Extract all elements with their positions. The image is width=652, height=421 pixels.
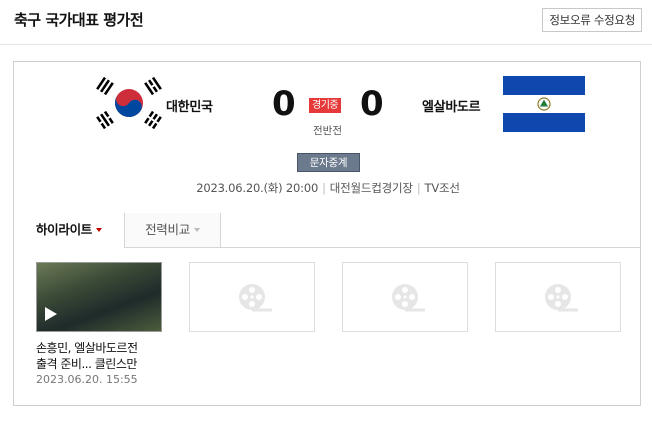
tab-compare-label: 전력비교	[145, 222, 190, 237]
page-title: 축구 국가대표 평가전	[14, 11, 144, 29]
status-badge: 경기중	[309, 98, 342, 113]
video-date: 2023.06.20. 15:55	[36, 373, 138, 386]
page-header: 축구 국가대표 평가전 정보오류 수정요청	[0, 0, 652, 45]
el-salvador-flag-icon	[503, 76, 585, 132]
film-reel-icon	[392, 284, 425, 312]
divider: |	[416, 181, 421, 195]
video-title-line: 출격 준비... 클린스만	[36, 357, 137, 371]
tab-highlight-label: 하이라이트	[35, 222, 92, 237]
match-datetime: 2023.06.20.(화) 20:00	[196, 181, 319, 195]
video-card[interactable]	[495, 262, 621, 332]
match-venue: 대전월드컵경기장	[329, 181, 413, 195]
divider: |	[322, 181, 326, 195]
match-card: 대한민국 0 경기중 전반전 0 엘살바도르 문자중계 2023.06.20.(…	[13, 61, 641, 406]
tab-compare[interactable]: 전력비교	[125, 213, 221, 247]
film-reel-icon	[239, 284, 272, 312]
video-thumbnail-placeholder[interactable]	[189, 262, 315, 332]
tab-bar: 하이라이트 전력비교	[14, 213, 640, 248]
home-team-name[interactable]: 대한민국	[166, 96, 213, 115]
video-card[interactable]	[189, 262, 315, 332]
match-period: 전반전	[313, 125, 342, 137]
match-info: 2023.06.20.(화) 20:00 | 대전월드컵경기장 | TV조선	[14, 180, 642, 196]
caret-down-icon	[193, 228, 200, 232]
video-title[interactable]: 손흥민, 엘살바도르전 출격 준비... 클린스만	[36, 340, 162, 372]
video-title-line: 손흥민, 엘살바도르전	[36, 341, 138, 355]
video-thumbnail[interactable]	[36, 262, 162, 332]
film-reel-icon	[545, 284, 578, 312]
home-score: 0	[272, 84, 296, 124]
text-relay-button[interactable]: 문자중계	[297, 153, 360, 172]
caret-down-icon	[96, 228, 102, 232]
video-thumbnail-placeholder[interactable]	[495, 262, 621, 332]
away-score: 0	[360, 84, 384, 124]
away-team-name[interactable]: 엘살바도르	[422, 96, 481, 115]
video-thumbnail-placeholder[interactable]	[342, 262, 468, 332]
video-card[interactable]: 손흥민, 엘살바도르전 출격 준비... 클린스만 2023.06.20. 15…	[36, 262, 162, 386]
tab-highlight[interactable]: 하이라이트	[14, 213, 125, 248]
play-icon	[45, 307, 57, 321]
video-card[interactable]	[342, 262, 468, 332]
korea-flag-icon	[88, 75, 170, 131]
report-error-button[interactable]: 정보오류 수정요청	[542, 8, 642, 32]
match-broadcaster: TV조선	[424, 181, 460, 195]
